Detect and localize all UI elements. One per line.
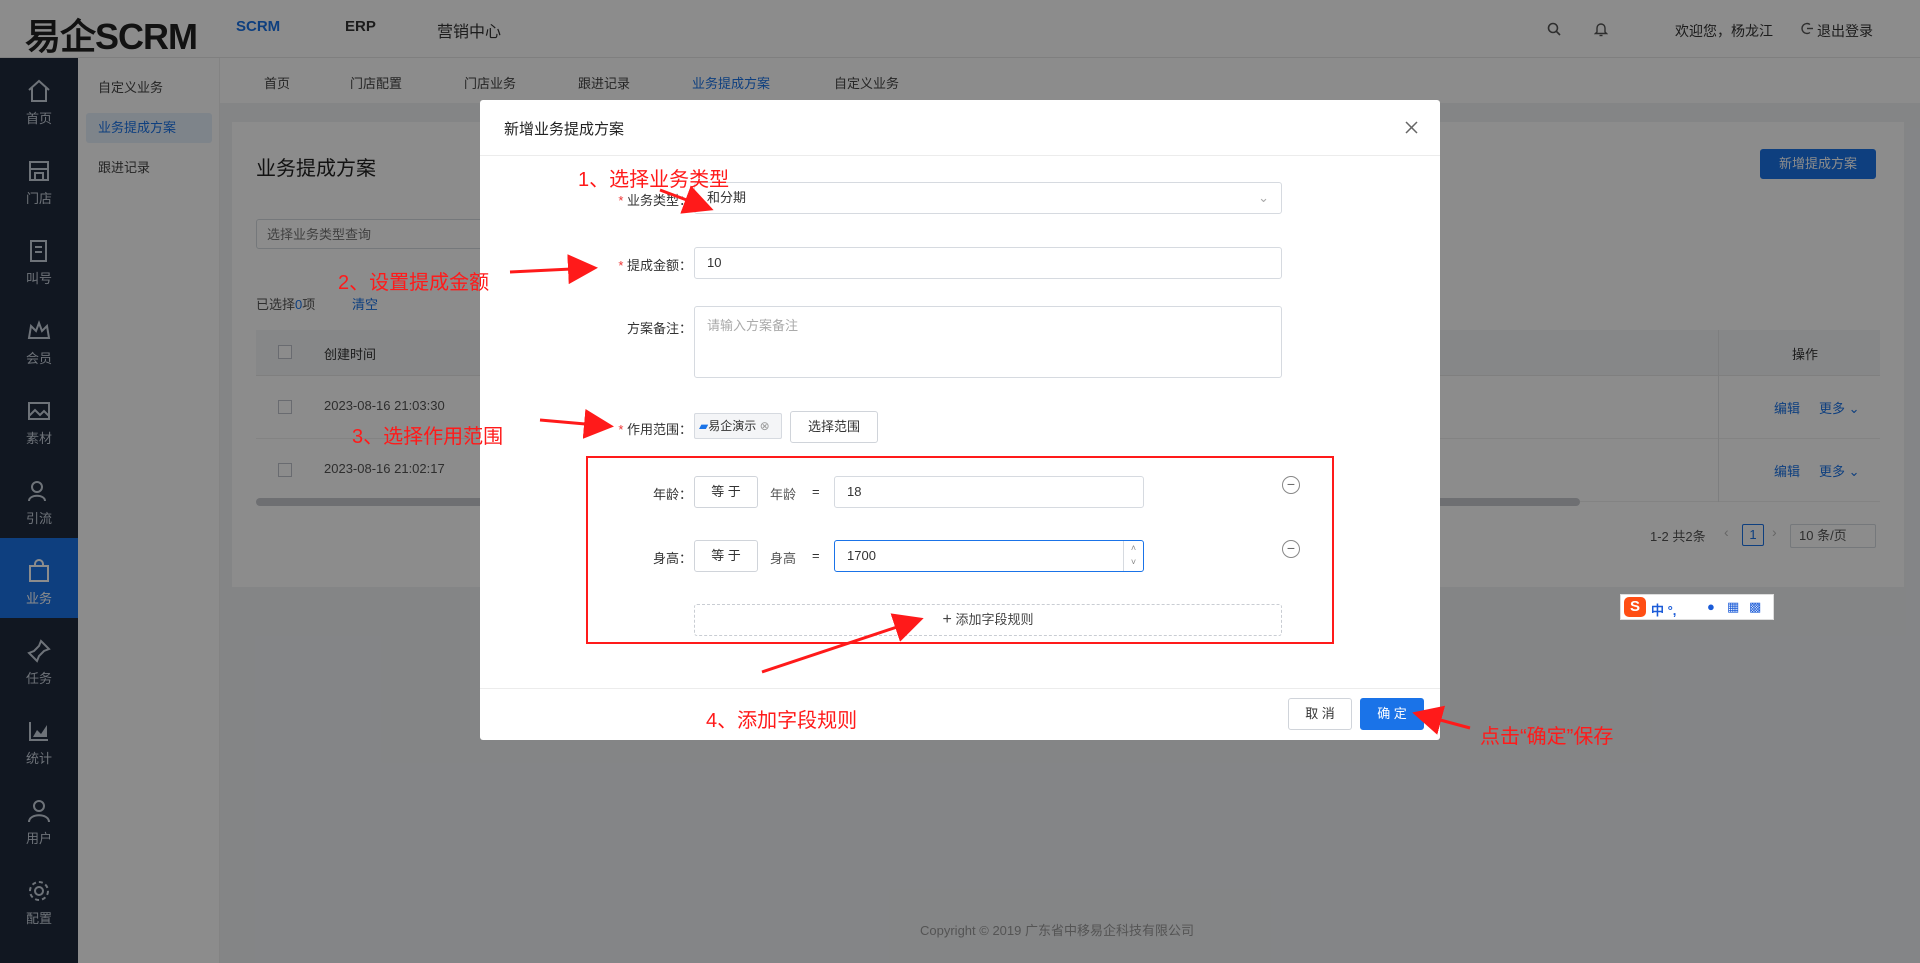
rule-field-name: 年龄 <box>770 487 797 502</box>
business-type-label: * 业务类型： <box>618 193 692 208</box>
rule-equals: = <box>812 548 820 563</box>
sogou-logo-icon: S <box>1624 597 1646 617</box>
ime-mode: 中 °, <box>1651 603 1677 618</box>
add-rule-label: 添加字段规则 <box>955 612 1034 627</box>
label-text: 作用范围： <box>626 422 692 437</box>
keyboard-icon: ▦ <box>1727 599 1740 614</box>
chevron-down-icon: ⌄ <box>1258 190 1269 205</box>
amount-input[interactable]: 10 <box>694 247 1282 279</box>
mic-icon: ● <box>1707 599 1715 614</box>
annotation-step-2: 2、设置提成金额 <box>338 272 490 294</box>
rule-value-input[interactable]: 1700 ˄ ˅ <box>834 540 1144 572</box>
remove-rule-icon[interactable]: − <box>1282 476 1300 494</box>
rule-equals: = <box>812 484 820 499</box>
scope-tag: ▰易企演示 ⊗ <box>694 413 782 439</box>
label-text: 提成金额： <box>626 258 692 273</box>
tag-close-icon[interactable]: ⊗ <box>760 419 770 433</box>
modal-footer-divider <box>480 688 1440 689</box>
amount-label: * 提成金额： <box>618 258 692 273</box>
confirm-button[interactable]: 确 定 <box>1360 698 1424 730</box>
rule-field-name: 身高 <box>770 551 797 566</box>
modal-dialog: 新增业务提成方案 * 业务类型： 和分期 ⌄ * 提成金额： 10 方案备注： … <box>480 100 1440 740</box>
scope-tag-label: 易企演示 <box>708 419 757 433</box>
stepper-icon[interactable]: ˄ ˅ <box>1123 541 1143 571</box>
rule-value-text: 1700 <box>847 548 876 563</box>
rule-label-height: 身高： <box>652 551 692 566</box>
scope-label: * 作用范围： <box>618 422 692 437</box>
rule-label-age: 年龄： <box>652 487 692 502</box>
ime-toolbar[interactable]: S 中 °, ● ▦ ▩ <box>1620 594 1774 620</box>
remark-label: 方案备注： <box>626 321 692 336</box>
plus-icon: + <box>942 611 952 628</box>
remark-textarea[interactable]: 请输入方案备注 <box>694 306 1282 378</box>
folder-icon: ▰ <box>699 419 709 433</box>
annotation-step-4: 4、添加字段规则 <box>706 710 858 732</box>
rule-value-input[interactable]: 18 <box>834 476 1144 508</box>
grid-icon: ▩ <box>1749 599 1762 614</box>
modal-header: 新增业务提成方案 <box>480 100 1440 156</box>
annotation-save: 点击“确定”保存 <box>1480 726 1614 748</box>
business-type-select[interactable]: 和分期 ⌄ <box>694 182 1282 214</box>
rule-operator-select[interactable]: 等 于 <box>694 476 758 508</box>
annotation-step-1: 1、选择业务类型 <box>578 169 730 191</box>
cancel-button[interactable]: 取 消 <box>1288 698 1352 730</box>
close-icon[interactable] <box>1405 121 1418 134</box>
business-type-value: 和分期 <box>707 190 747 205</box>
add-rule-button[interactable]: + 添加字段规则 <box>694 604 1282 636</box>
annotation-step-3: 3、选择作用范围 <box>352 426 504 448</box>
label-text: 业务类型： <box>626 193 692 208</box>
remove-rule-icon[interactable]: − <box>1282 540 1300 558</box>
rule-operator-select[interactable]: 等 于 <box>694 540 758 572</box>
select-scope-button[interactable]: 选择范围 <box>790 411 878 443</box>
modal-title: 新增业务提成方案 <box>504 121 625 138</box>
